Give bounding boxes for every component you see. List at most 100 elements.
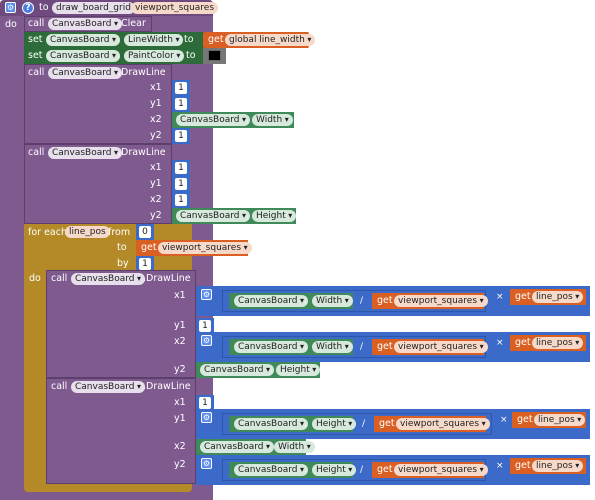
global-var-dropdown[interactable]: global line_width (225, 34, 316, 46)
property-dropdown[interactable]: Width (252, 114, 293, 126)
number-field[interactable]: 0 (139, 226, 151, 238)
x2-label: x2 (150, 194, 162, 205)
multiply-operator: × (496, 338, 504, 348)
var-dropdown[interactable]: line_pos (532, 291, 584, 303)
y1-label: y1 (150, 98, 162, 109)
call-label: call (28, 18, 45, 29)
property-dropdown[interactable]: PaintColor (124, 50, 185, 62)
call-label: call (51, 273, 68, 284)
var-dropdown[interactable]: viewport_squares (394, 295, 488, 307)
mutator-gear-icon[interactable]: ⚙ (201, 412, 212, 423)
var-dropdown[interactable]: line_pos (532, 337, 584, 349)
dot-separator: . (246, 114, 250, 125)
mutator-gear-icon[interactable]: ⚙ (201, 289, 212, 300)
get-label: get (379, 418, 395, 429)
y2-label: y2 (174, 364, 186, 375)
drawline-method-label: .DrawLine (118, 147, 166, 158)
dot-separator: . (304, 341, 308, 352)
dot-separator: . (304, 295, 308, 306)
proc-name-field[interactable]: draw_board_grid (52, 2, 135, 14)
divide-operator: / (362, 419, 366, 429)
var-dropdown[interactable]: viewport_squares (394, 464, 488, 476)
do-label: do (5, 19, 17, 30)
from-label: from (108, 227, 131, 238)
get-label: get (141, 242, 157, 253)
component-dropdown[interactable]: CanvasBoard (71, 381, 146, 393)
to-label: to (184, 34, 194, 45)
divide-operator: / (360, 296, 364, 306)
number-field[interactable]: 1 (199, 320, 211, 332)
component-dropdown[interactable]: CanvasBoard (46, 50, 121, 62)
var-dropdown[interactable]: line_pos (532, 460, 584, 472)
mutator-gear-icon[interactable]: ⚙ (201, 335, 212, 346)
divide-operator: / (360, 465, 364, 475)
property-dropdown[interactable]: Height (252, 210, 297, 222)
var-dropdown[interactable]: line_pos (534, 414, 586, 426)
var-dropdown[interactable]: viewport_squares (394, 341, 488, 353)
dot-separator: . (270, 364, 274, 375)
number-field[interactable]: 1 (175, 194, 187, 206)
component-dropdown[interactable]: CanvasBoard (71, 273, 146, 285)
component-dropdown[interactable]: CanvasBoard (200, 364, 275, 376)
mutator-gear-icon[interactable]: ⚙ (201, 458, 212, 469)
number-field[interactable]: 1 (199, 397, 211, 409)
get-label: get (515, 337, 531, 348)
number-field[interactable]: 1 (139, 258, 151, 270)
number-field[interactable]: 1 (175, 178, 187, 190)
color-swatch[interactable] (208, 50, 221, 61)
component-dropdown[interactable]: CanvasBoard (176, 210, 251, 222)
component-dropdown[interactable]: CanvasBoard (48, 147, 123, 159)
divide-operator: / (360, 342, 364, 352)
y1-label: y1 (174, 320, 186, 331)
component-dropdown[interactable]: CanvasBoard (234, 464, 309, 476)
x1-label: x1 (174, 397, 186, 408)
mutator-gear-icon[interactable]: ⚙ (5, 2, 16, 13)
property-dropdown[interactable]: Width (274, 441, 315, 453)
property-dropdown[interactable]: Width (312, 295, 353, 307)
dot-separator: . (268, 441, 272, 452)
get-label: get (208, 34, 224, 45)
to-label: to (186, 50, 196, 61)
property-dropdown[interactable]: Width (312, 341, 353, 353)
number-field[interactable]: 1 (175, 82, 187, 94)
y2-label: y2 (150, 210, 162, 221)
property-dropdown[interactable]: Height (312, 464, 357, 476)
component-dropdown[interactable]: CanvasBoard (48, 18, 123, 30)
component-dropdown[interactable]: CanvasBoard (234, 418, 309, 430)
number-field[interactable]: 1 (175, 98, 187, 110)
component-dropdown[interactable]: CanvasBoard (234, 341, 309, 353)
call-label: call (51, 381, 68, 392)
component-dropdown[interactable]: CanvasBoard (46, 34, 121, 46)
get-label: get (517, 414, 533, 425)
y2-label: y2 (150, 130, 162, 141)
property-dropdown[interactable]: LineWidth (124, 34, 184, 46)
proc-param-field[interactable]: viewport_squares (131, 2, 219, 14)
property-dropdown[interactable]: Height (312, 418, 357, 430)
help-icon[interactable]: ? (22, 2, 34, 14)
number-field[interactable]: 1 (175, 162, 187, 174)
clear-method-label: .Clear (118, 18, 146, 29)
foreach-label: for each (28, 227, 67, 238)
x1-label: x1 (174, 290, 186, 301)
property-dropdown[interactable]: Height (276, 364, 321, 376)
by-label: by (117, 258, 129, 269)
var-dropdown[interactable]: viewport_squares (396, 418, 490, 430)
number-field[interactable]: 1 (175, 130, 187, 142)
component-dropdown[interactable]: CanvasBoard (176, 114, 251, 126)
component-dropdown[interactable]: CanvasBoard (200, 441, 275, 453)
x2-label: x2 (150, 114, 162, 125)
dot-separator: . (304, 464, 308, 475)
do-label: do (29, 273, 41, 284)
drawline-method-label: .DrawLine (118, 67, 166, 78)
get-label: get (377, 341, 393, 352)
get-label: get (515, 460, 531, 471)
x1-label: x1 (150, 82, 162, 93)
dot-separator: . (117, 50, 121, 61)
y1-label: y1 (174, 413, 186, 424)
multiply-operator: × (500, 415, 508, 425)
component-dropdown[interactable]: CanvasBoard (48, 67, 123, 79)
set-label: set (28, 50, 43, 61)
component-dropdown[interactable]: CanvasBoard (234, 295, 309, 307)
loop-var-field[interactable]: line_pos (65, 226, 110, 238)
var-dropdown[interactable]: viewport_squares (158, 242, 252, 254)
